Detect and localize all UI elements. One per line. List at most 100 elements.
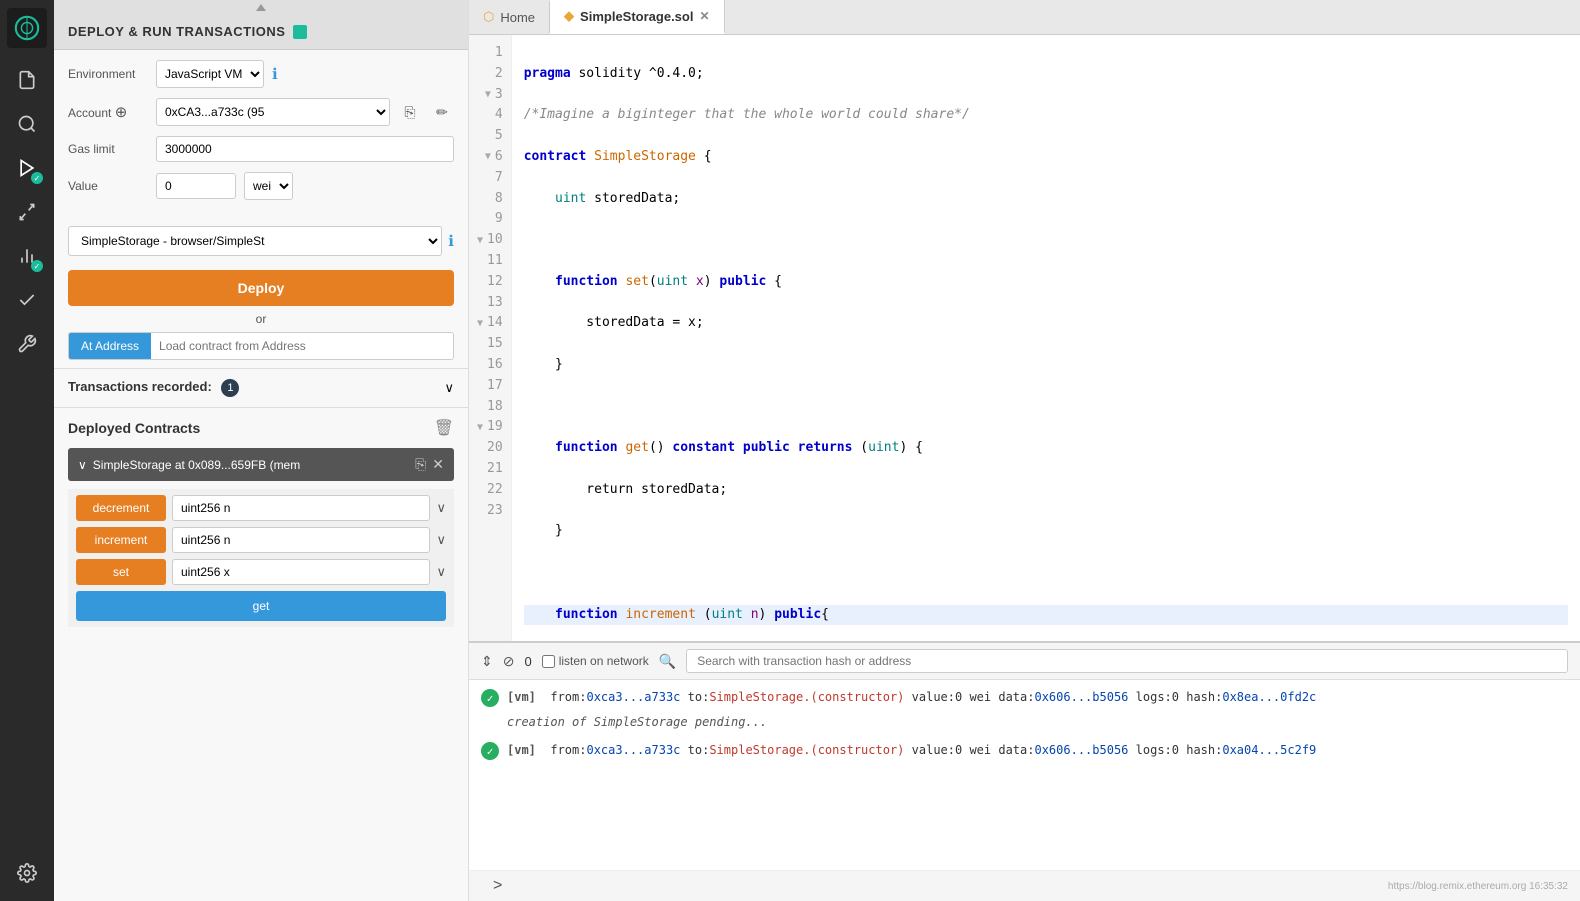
deploy-badge: ✓ — [31, 172, 43, 184]
tab-simplestorage[interactable]: ◆ SimpleStorage.sol ✕ — [550, 0, 724, 34]
sol-tab-close[interactable]: ✕ — [699, 9, 709, 23]
code-line-1: pragma solidity ^0.4.0; — [524, 64, 1568, 85]
fn-increment-row: increment ∨ — [76, 527, 446, 553]
ln-11: 11 — [469, 251, 511, 272]
ln-14: ▼14 — [469, 313, 511, 334]
value-unit-select[interactable]: wei — [244, 172, 293, 200]
transactions-chevron[interactable]: ∨ — [444, 380, 454, 396]
code-line-7: storedData = x; — [524, 313, 1568, 334]
line-numbers: 1 2 ▼3 4 5 ▼6 7 8 9 ▼10 11 12 13 ▼14 15 … — [469, 35, 512, 641]
gas-limit-input[interactable] — [156, 136, 454, 162]
console-output: ✓ [vm] from:0xca3...a733c to:SimpleStora… — [469, 680, 1580, 870]
account-select[interactable]: 0xCA3...a733c (95 — [156, 98, 390, 126]
console-search-icon[interactable]: 🔍 — [659, 653, 676, 670]
deploy-nav-icon[interactable]: ✓ — [7, 148, 47, 188]
environment-select[interactable]: JavaScript VM — [156, 60, 264, 88]
code-content[interactable]: pragma solidity ^0.4.0; /*Imagine a bigi… — [512, 35, 1580, 641]
search-nav-icon[interactable] — [7, 104, 47, 144]
console-section: ⇕ ⊘ 0 listen on network 🔍 ✓ [vm] from:0x… — [469, 641, 1580, 901]
home-tab-icon: ⬡ — [483, 9, 494, 25]
code-line-12: } — [524, 521, 1568, 542]
left-panel: DEPLOY & RUN TRANSACTIONS Environment Ja… — [54, 0, 469, 901]
deployed-header: Deployed Contracts 🗑 — [68, 418, 454, 438]
code-line-11: return storedData; — [524, 480, 1568, 501]
console-search-input[interactable] — [686, 649, 1568, 673]
verify-nav-icon[interactable] — [7, 280, 47, 320]
deploy-button[interactable]: Deploy — [68, 270, 454, 306]
contract-close-icon[interactable]: ✕ — [432, 456, 444, 473]
fn-get-btn[interactable]: get — [76, 591, 446, 621]
listen-network-checkbox[interactable] — [542, 655, 555, 668]
scroll-up-arrow — [256, 4, 266, 11]
ln-7: 7 — [469, 168, 511, 189]
settings-nav-icon[interactable] — [7, 853, 47, 893]
console-footer: > https://blog.remix.ethereum.org 16:35:… — [469, 870, 1580, 901]
transactions-section: Transactions recorded: 1 ∨ — [54, 368, 468, 407]
transactions-title-row: Transactions recorded: 1 — [68, 379, 239, 397]
console-toolbar: ⇕ ⊘ 0 listen on network 🔍 — [469, 643, 1580, 680]
account-label: Account ⊕ — [68, 103, 148, 121]
add-account-icon[interactable]: ⊕ — [115, 104, 128, 121]
contract-expand-icon[interactable]: ∨ — [78, 458, 87, 472]
console-stop-btn[interactable]: ⊘ — [503, 653, 515, 670]
contract-select[interactable]: SimpleStorage - browser/SimpleSt — [68, 226, 442, 256]
tabs-bar: ⬡ Home ◆ SimpleStorage.sol ✕ — [469, 0, 1580, 35]
contract-instance: ∨ SimpleStorage at 0x089...659FB (mem ⎘ … — [68, 448, 454, 481]
value-input[interactable] — [156, 173, 236, 199]
console-chevron[interactable]: > — [481, 873, 514, 899]
tab-home[interactable]: ⬡ Home — [469, 1, 550, 33]
fn-decrement-row: decrement ∨ — [76, 495, 446, 521]
files-icon[interactable] — [7, 60, 47, 100]
analytics-nav-icon[interactable]: ✓ — [7, 236, 47, 276]
at-address-input[interactable] — [151, 333, 453, 359]
sol-tab-icon: ◆ — [564, 8, 574, 24]
contract-select-row: SimpleStorage - browser/SimpleSt ℹ — [54, 220, 468, 262]
ln-1: 1 — [469, 43, 511, 64]
ln-17: 17 — [469, 376, 511, 397]
edit-account-icon[interactable]: ✏ — [430, 100, 454, 124]
code-line-2: /*Imagine a biginteger that the whole wo… — [524, 105, 1568, 126]
contract-instance-header: ∨ SimpleStorage at 0x089...659FB (mem ⎘ … — [68, 448, 454, 481]
code-line-8: } — [524, 355, 1568, 376]
tools-nav-icon[interactable] — [7, 324, 47, 364]
gas-limit-label: Gas limit — [68, 142, 148, 156]
ln-6: ▼6 — [469, 147, 511, 168]
fn-decrement-expand[interactable]: ∨ — [436, 500, 446, 516]
listen-network-text: listen on network — [559, 654, 649, 668]
scroll-up[interactable] — [54, 0, 468, 14]
deploy-section: Deploy or At Address — [54, 262, 468, 368]
code-line-5 — [524, 230, 1568, 251]
transactions-header[interactable]: Transactions recorded: 1 ∨ — [68, 379, 454, 397]
contract-instance-name: SimpleStorage at 0x089...659FB (mem — [93, 458, 409, 472]
code-area: 1 2 ▼3 4 5 ▼6 7 8 9 ▼10 11 12 13 ▼14 15 … — [469, 35, 1580, 641]
contract-info-icon[interactable]: ℹ — [448, 232, 454, 250]
value-row: Value wei — [68, 172, 454, 200]
main-area: ⬡ Home ◆ SimpleStorage.sol ✕ 1 2 ▼3 4 5 … — [469, 0, 1580, 901]
console-expand-btn[interactable]: ⇕ — [481, 653, 493, 670]
contract-copy-icon[interactable]: ⎘ — [415, 456, 426, 473]
fn-set-expand[interactable]: ∨ — [436, 564, 446, 580]
fn-decrement-btn[interactable]: decrement — [76, 495, 166, 521]
footer-url: https://blog.remix.ethereum.org 16:35:32 — [1388, 881, 1568, 892]
environment-info-icon[interactable]: ℹ — [272, 65, 278, 83]
fn-set-btn[interactable]: set — [76, 559, 166, 585]
ln-19: ▼19 — [469, 417, 511, 438]
fn-decrement-input[interactable] — [172, 495, 430, 521]
plugin-nav-icon[interactable] — [7, 192, 47, 232]
code-line-13 — [524, 563, 1568, 584]
fn-increment-btn[interactable]: increment — [76, 527, 166, 553]
ln-18: 18 — [469, 397, 511, 418]
code-line-9 — [524, 397, 1568, 418]
copy-account-icon[interactable]: ⎘ — [398, 100, 422, 124]
fn-get-row: get — [76, 591, 446, 621]
log-text-2: [vm] from:0xca3...a733c to:SimpleStorage… — [507, 741, 1316, 759]
ln-9: 9 — [469, 209, 511, 230]
at-address-button[interactable]: At Address — [69, 333, 151, 359]
ln-16: 16 — [469, 355, 511, 376]
delete-contracts-icon[interactable]: 🗑 — [434, 418, 454, 438]
code-line-6: function set(uint x) public { — [524, 272, 1568, 293]
fn-increment-input[interactable] — [172, 527, 430, 553]
fn-set-input[interactable] — [172, 559, 430, 585]
environment-row: Environment JavaScript VM ℹ — [68, 60, 454, 88]
fn-increment-expand[interactable]: ∨ — [436, 532, 446, 548]
